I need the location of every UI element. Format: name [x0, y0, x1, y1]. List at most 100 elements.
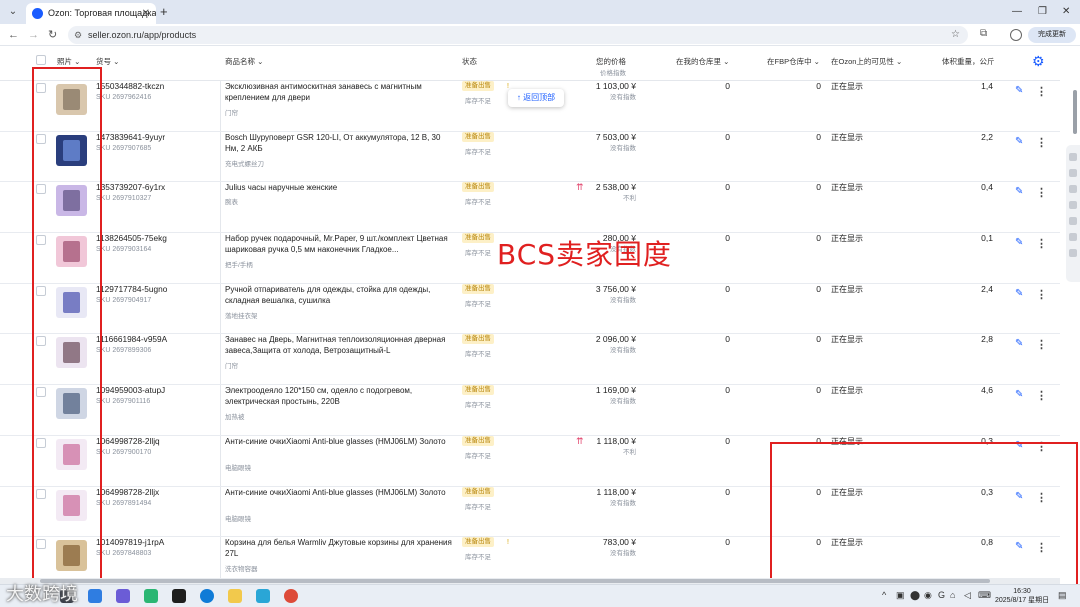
header-price[interactable]: 您的价格 价格指数 [596, 56, 626, 77]
table-row[interactable]: 1473839641-9yuyr SKU 2697907685 Bosch Шуру… [0, 131, 1060, 183]
price-value[interactable]: 2 096,00 ¥ [596, 334, 636, 344]
price-value[interactable]: 1 169,00 ¥ [596, 385, 636, 395]
reload-icon[interactable]: ↻ [48, 27, 57, 43]
edit-pencil-icon[interactable]: ✎ [1015, 186, 1023, 197]
network-icon[interactable]: ⌂ [950, 590, 955, 600]
more-options-icon[interactable]: ⋮ [1036, 288, 1047, 301]
product-name[interactable]: Julius часы наручные женские [225, 182, 455, 193]
toolbar-tool-icon[interactable] [1069, 249, 1077, 257]
edit-pencil-icon[interactable]: ✎ [1015, 288, 1023, 299]
price-value[interactable]: 1 103,00 ¥ [596, 81, 636, 91]
volume-icon[interactable]: ◁ [964, 590, 971, 601]
header-product-name[interactable]: 商品名称 ⌄ [225, 56, 263, 67]
url-field[interactable]: ⚙ seller.ozon.ru/app/products ☆ [68, 26, 968, 44]
header-photo[interactable]: 照片 ⌄ [57, 56, 80, 67]
toolbar-tool-icon[interactable] [1069, 169, 1077, 177]
taskbar-clock[interactable]: 16:30 2025/8/17 星期日 [995, 587, 1049, 605]
header-weight[interactable]: 体积重量，公斤 [942, 56, 995, 67]
close-tab-icon[interactable]: ✕ [142, 3, 150, 24]
article-number[interactable]: 1014097819-j1rpA [96, 537, 164, 547]
more-options-icon[interactable]: ⋮ [1036, 85, 1047, 98]
back-to-top-button[interactable]: ↑ 返回顶部 [508, 89, 564, 107]
vertical-scrollbar[interactable] [1073, 90, 1077, 134]
update-button[interactable]: 完成更新 [1028, 27, 1076, 43]
product-name[interactable]: Корзина для белья Warmliv Джутовые корзи… [225, 537, 455, 559]
new-tab-icon[interactable]: + [160, 3, 168, 21]
more-options-icon[interactable]: ⋮ [1036, 186, 1047, 199]
article-number[interactable]: 1550344882-tkczn [96, 81, 164, 91]
article-number[interactable]: 1116661984-v959A [96, 334, 167, 344]
tray-app-icon[interactable]: G [938, 590, 945, 600]
more-options-icon[interactable]: ⋮ [1036, 136, 1047, 149]
tray-app-icon[interactable]: ◉ [924, 590, 932, 601]
article-number[interactable]: 1094959003-atupJ [96, 385, 165, 395]
app-icon[interactable] [116, 589, 130, 603]
more-options-icon[interactable]: ⋮ [1036, 338, 1047, 351]
product-name[interactable]: Занавес на Дверь, Магнитная теплоизоляци… [225, 334, 455, 356]
toolbar-tool-icon[interactable] [1069, 201, 1077, 209]
back-icon[interactable]: ← [8, 27, 19, 43]
minimize-icon[interactable]: — [1012, 3, 1022, 21]
edge-icon[interactable] [200, 589, 214, 603]
close-window-icon[interactable]: ✕ [1062, 3, 1070, 21]
table-row[interactable]: 1129717784-5ugno SKU 2697904917 Ручной отп… [0, 283, 1060, 335]
horizontal-scroll-thumb[interactable] [40, 579, 990, 583]
header-article[interactable]: 货号 ⌄ [96, 56, 119, 67]
file-explorer-icon[interactable] [228, 589, 242, 603]
table-row[interactable]: 1094959003-atupJ SKU 2697901116 Электрооде… [0, 385, 1060, 436]
price-value[interactable]: 1 118,00 ¥ [596, 436, 636, 446]
select-all-checkbox[interactable] [36, 55, 46, 65]
warning-indicator-icon[interactable]: ! [507, 539, 509, 546]
article-number[interactable]: 1064998728-2lljx [96, 487, 159, 497]
product-name[interactable]: Эксклюзивная антимоскитная занавесь с ма… [225, 81, 455, 103]
edit-pencil-icon[interactable]: ✎ [1015, 389, 1023, 400]
edit-pencil-icon[interactable]: ✎ [1015, 85, 1023, 96]
tray-app-icon[interactable]: ⬤ [910, 590, 920, 601]
article-number[interactable]: 1129717784-5ugno [96, 284, 167, 294]
article-number[interactable]: 1473839641-9yuyr [96, 132, 165, 142]
browser-tab[interactable]: Ozon: Торговая площадка ✕ [26, 3, 156, 24]
forward-icon[interactable]: → [28, 27, 39, 43]
terminal-icon[interactable] [172, 589, 186, 603]
bookmark-star-icon[interactable]: ☆ [951, 26, 960, 44]
product-name[interactable]: Набор ручек подарочный, Mr.Paper, 9 шт./… [225, 233, 455, 255]
tray-app-icon[interactable]: ▣ [896, 590, 905, 601]
chrome-icon[interactable] [284, 589, 298, 603]
edit-pencil-icon[interactable]: ✎ [1015, 237, 1023, 248]
product-name[interactable]: Bosch Шуруповерт GSR 120-LI, От аккумуля… [225, 132, 455, 154]
product-name[interactable]: Анти-синие очкиXiaomi Anti-blue glasses … [225, 487, 455, 498]
header-my-warehouse[interactable]: 在我的仓库里 ⌄ [676, 56, 729, 67]
app-icon[interactable] [256, 589, 270, 603]
toolbar-tool-icon[interactable] [1069, 185, 1077, 193]
toolbar-tool-icon[interactable] [1069, 233, 1077, 241]
profile-avatar-icon[interactable] [1010, 29, 1022, 41]
table-row[interactable]: 1353739207-6y1rx SKU 2697910327 Julius час… [0, 182, 1060, 234]
header-visibility[interactable]: 在Ozon上的可见性 ⌄ [831, 56, 902, 67]
app-icon[interactable] [88, 589, 102, 603]
extensions-icon[interactable]: ⧉ [980, 28, 987, 39]
more-options-icon[interactable]: ⋮ [1036, 237, 1047, 250]
site-info-icon[interactable]: ⚙ [74, 26, 82, 44]
more-options-icon[interactable]: ⋮ [1036, 389, 1047, 402]
notification-icon[interactable]: ▤ [1058, 590, 1067, 601]
article-number[interactable]: 1064998728-2lljq [96, 436, 160, 446]
product-name[interactable]: Электроодеяло 120*150 см, одеяло с подог… [225, 385, 455, 407]
tray-chevron-icon[interactable]: ^ [882, 590, 886, 600]
price-value[interactable]: 7 503,00 ¥ [596, 132, 636, 142]
toolbar-tool-icon[interactable] [1069, 153, 1077, 161]
price-value[interactable]: 1 118,00 ¥ [596, 487, 636, 497]
toolbar-tool-icon[interactable] [1069, 217, 1077, 225]
table-settings-gear-icon[interactable]: ⚙ [1032, 53, 1045, 70]
header-fbp-warehouse[interactable]: 在FBP仓库中 ⌄ [767, 56, 820, 67]
restore-icon[interactable]: ❐ [1038, 3, 1047, 21]
product-name[interactable]: Ручной отпариватель для одежды, стойка д… [225, 284, 455, 306]
edit-pencil-icon[interactable]: ✎ [1015, 338, 1023, 349]
tab-list-chevron-icon[interactable]: ⌄ [4, 3, 22, 21]
article-number[interactable]: 1353739207-6y1rx [96, 182, 165, 192]
wechat-icon[interactable] [144, 589, 158, 603]
edit-pencil-icon[interactable]: ✎ [1015, 136, 1023, 147]
article-number[interactable]: 1138264505-75ekg [96, 233, 167, 243]
price-value[interactable]: 783,00 ¥ [603, 537, 636, 547]
keyboard-icon[interactable]: ⌨ [978, 590, 991, 601]
product-name[interactable]: Анти-синие очкиXiaomi Anti-blue glasses … [225, 436, 455, 447]
